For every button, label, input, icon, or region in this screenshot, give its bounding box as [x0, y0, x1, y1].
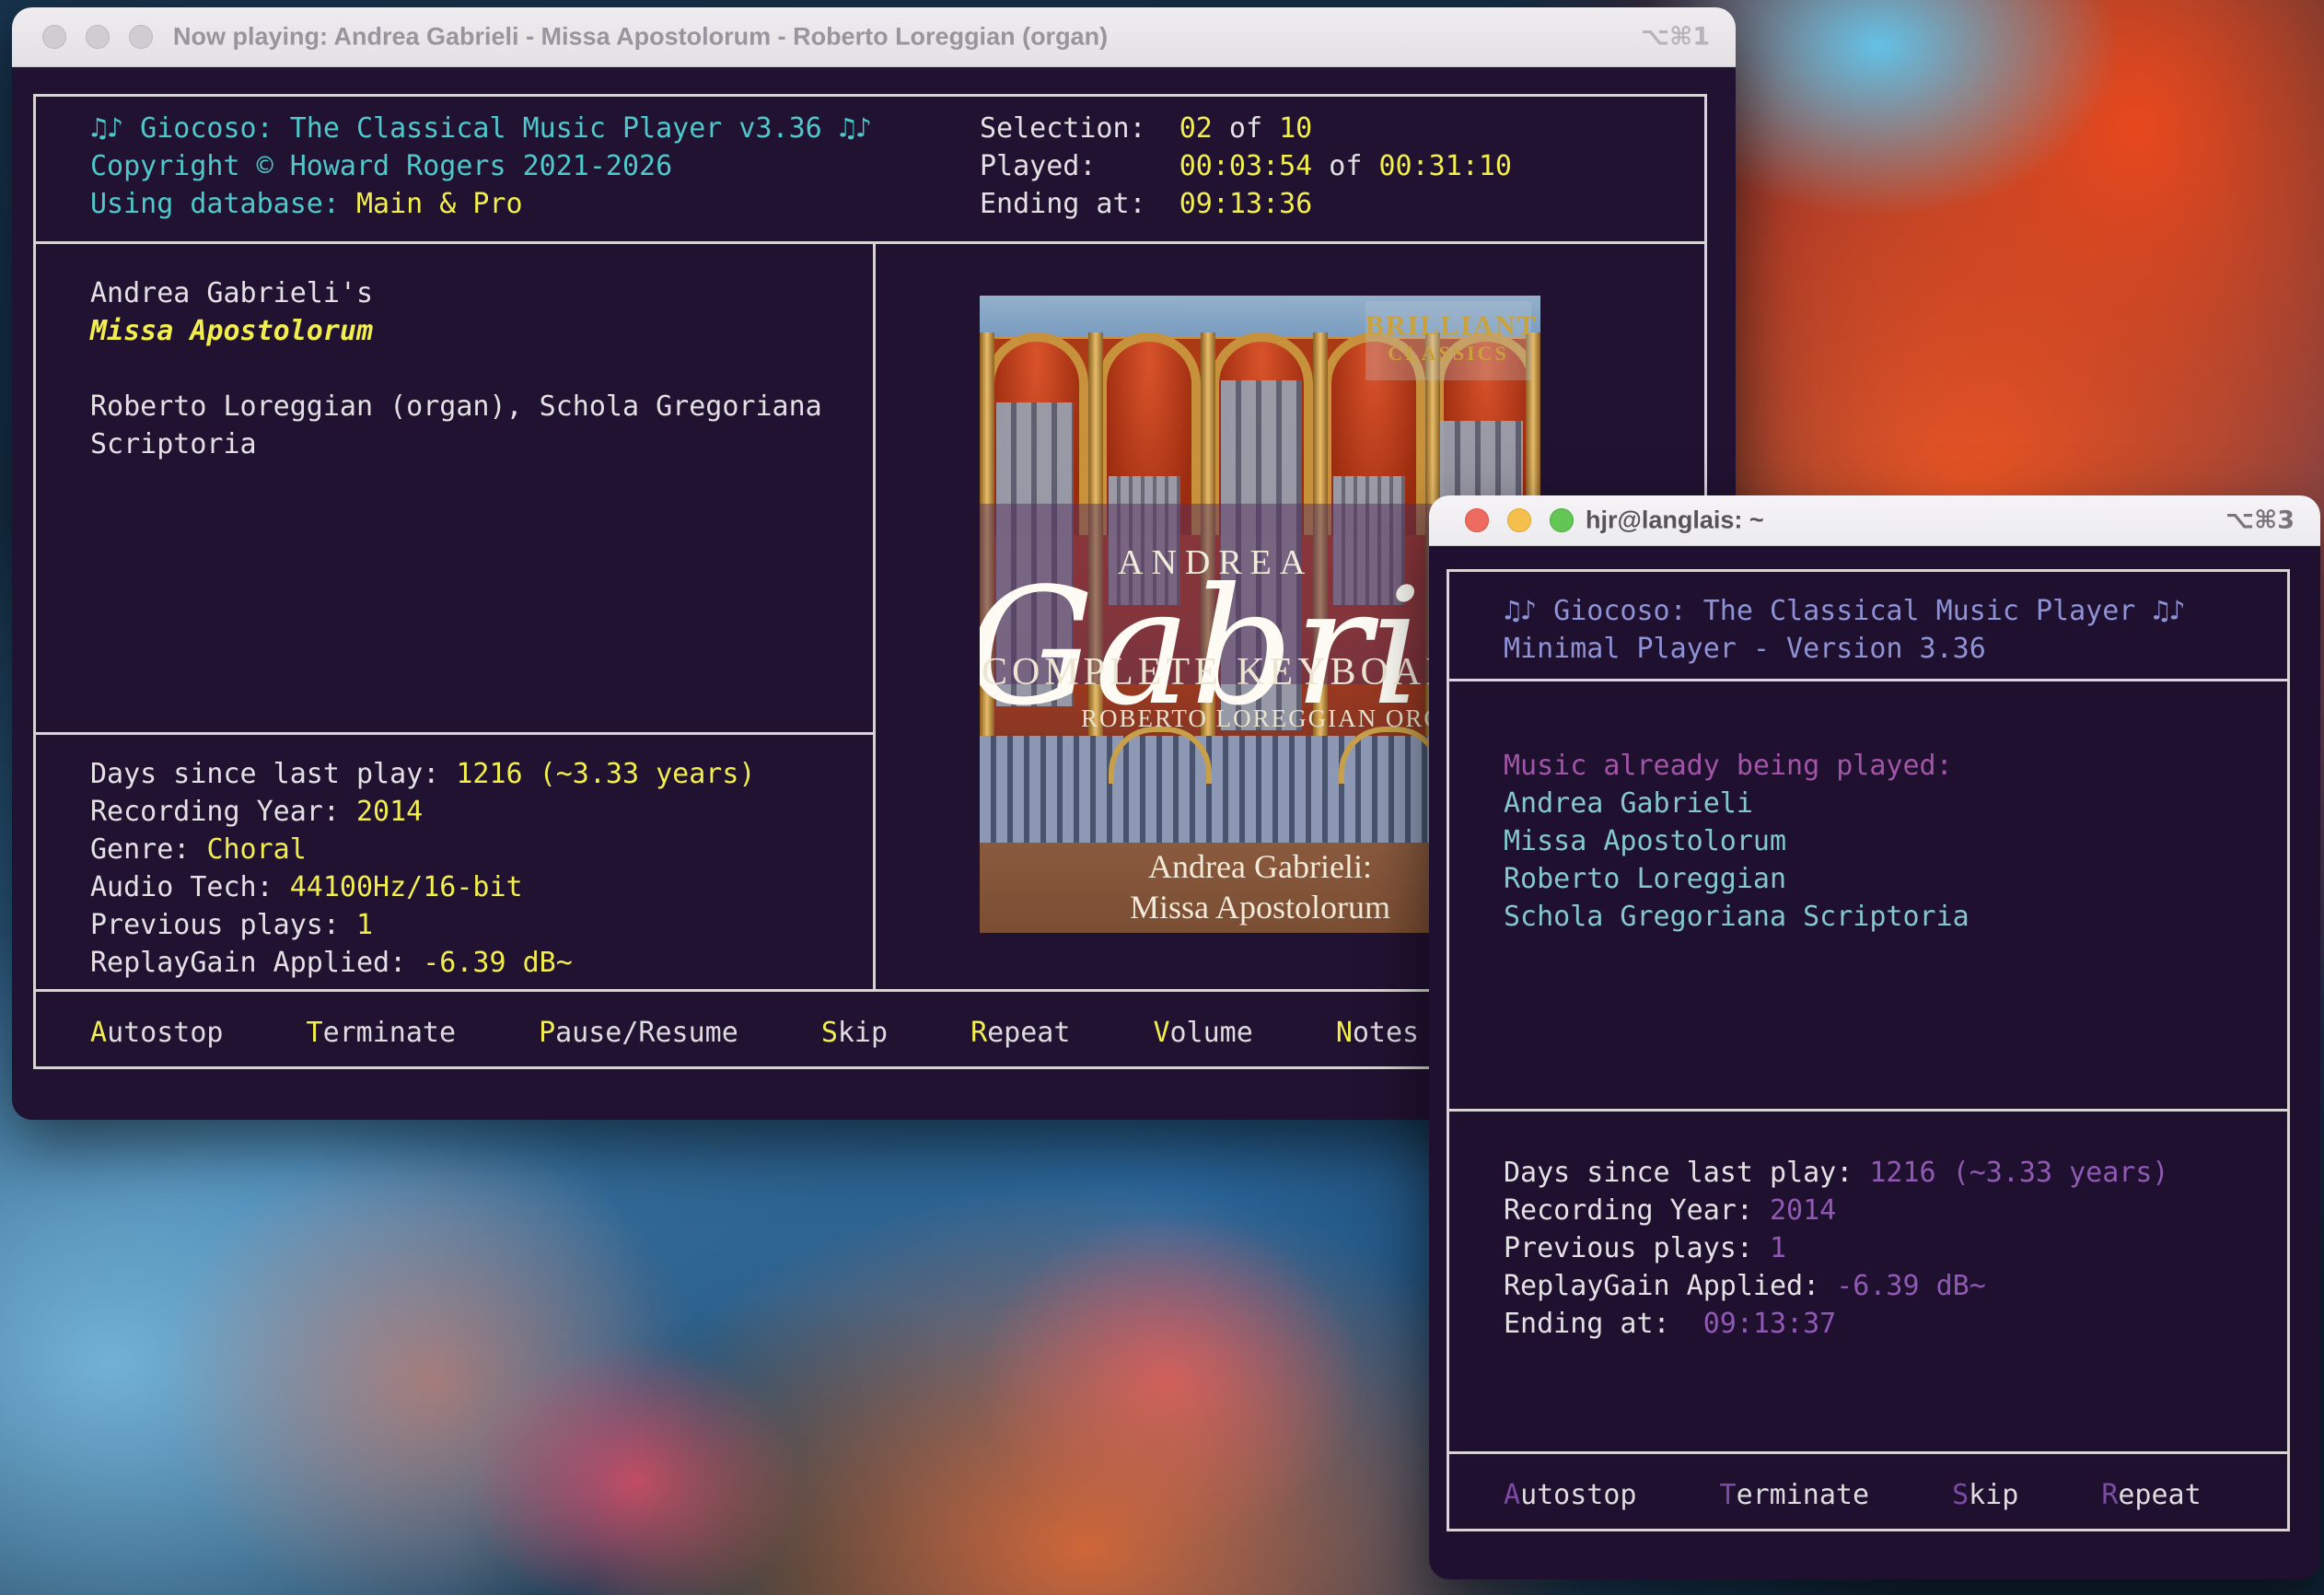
- badge-text: BRILLIANT: [1365, 310, 1531, 342]
- text-line: Andrea Gabrieli's: [90, 274, 822, 312]
- desktop: { "colors": { "terminal_bg": "#211231", …: [0, 0, 2324, 1595]
- menu-item-terminate[interactable]: Terminate: [307, 1017, 457, 1049]
- window1-shortcut-badge: ⌥⌘1: [1641, 23, 1710, 52]
- giocoso-minimal-ui: ♫♪ Giocoso: The Classical Music Player ♫…: [1447, 569, 2290, 1531]
- text-line: Ending at: 09:13:37: [1504, 1305, 2168, 1343]
- menu-item-repeat[interactable]: Repeat: [2101, 1479, 2201, 1511]
- app-header: ♫♪ Giocoso: The Classical Music Player v…: [90, 110, 872, 223]
- text-line: ♫♪ Giocoso: The Classical Music Player v…: [90, 110, 872, 147]
- menu-item-skip[interactable]: Skip: [821, 1017, 888, 1049]
- text-line: Genre: Choral: [90, 831, 755, 868]
- text-line: Music already being played:: [1504, 747, 1970, 785]
- text-line: ♫♪ Giocoso: The Classical Music Player ♫…: [1504, 592, 2186, 630]
- brilliant-classics-badge: BRILLIANT CLASSICS: [1365, 301, 1531, 380]
- divider: [36, 732, 873, 735]
- window-minimal-player: hjr@langlais: ~ ⌥⌘3 ♫♪ Giocoso: The Clas…: [1429, 495, 2320, 1579]
- minimize-button[interactable]: [86, 25, 110, 49]
- divider: [1449, 1451, 2287, 1454]
- menu-item-autostop[interactable]: Autostop: [1504, 1479, 1637, 1511]
- text-line: Recording Year: 2014: [1504, 1192, 2168, 1229]
- close-button[interactable]: [42, 25, 66, 49]
- text-line: ReplayGain Applied: -6.39 dB~: [90, 944, 755, 982]
- text-line: Previous plays: 1: [1504, 1229, 2168, 1267]
- menu-item-notes[interactable]: Notes: [1336, 1017, 1419, 1049]
- menu-item-volume[interactable]: Volume: [1153, 1017, 1252, 1049]
- divider: [873, 241, 876, 992]
- divider: [36, 241, 1704, 244]
- minimize-button[interactable]: [1507, 508, 1531, 532]
- menu-item-terminate[interactable]: Terminate: [1720, 1479, 1870, 1511]
- work-info: Andrea Gabrieli'sMissa Apostolorum Robert…: [90, 274, 822, 463]
- app-header: ♫♪ Giocoso: The Classical Music Player ♫…: [1504, 592, 2186, 668]
- text-line: Ending at: 09:13:36: [980, 185, 1512, 223]
- text-line: Schola Gregoriana Scriptoria: [1504, 898, 1970, 936]
- divider: [1449, 679, 2287, 681]
- text-line: Andrea Gabrieli: [1504, 785, 1970, 822]
- text-line: Using database: Main & Pro: [90, 185, 872, 223]
- text-line: Missa Apostolorum: [1504, 822, 1970, 860]
- text-line: Played: 00:03:54 of 00:31:10: [980, 147, 1512, 185]
- zoom-button[interactable]: [1550, 508, 1574, 532]
- track-stats: Days since last play: 1216 (~3.33 years)…: [1504, 1154, 2168, 1343]
- window2-menubar: Autostop Terminate Skip Repeat: [1449, 1461, 2287, 1529]
- text-line: Copyright © Howard Rogers 2021-2026: [90, 147, 872, 185]
- text-line: Recording Year: 2014: [90, 793, 755, 831]
- text-line: Minimal Player - Version 3.36: [1504, 630, 2186, 668]
- text-line: Days since last play: 1216 (~3.33 years): [90, 755, 755, 793]
- now-playing-list: Music already being played:Andrea Gabrie…: [1504, 747, 1970, 936]
- window2-shortcut-badge: ⌥⌘3: [2225, 506, 2295, 535]
- text-line: Roberto Loreggian: [1504, 860, 1970, 898]
- window1-titlebar[interactable]: Now playing: Andrea Gabrieli - Missa Apo…: [12, 7, 1736, 67]
- menu-item-repeat[interactable]: Repeat: [970, 1017, 1070, 1049]
- playback-status: Selection: 02 of 10Played: 00:03:54 of 0…: [980, 110, 1512, 223]
- text-line: ReplayGain Applied: -6.39 dB~: [1504, 1267, 2168, 1305]
- text-line: Selection: 02 of 10: [980, 110, 1512, 147]
- divider: [1449, 1109, 2287, 1112]
- text-line: Roberto Loreggian (organ), Schola Gregor…: [90, 388, 822, 425]
- text-line: Audio Tech: 44100Hz/16-bit: [90, 868, 755, 906]
- window1-title: Now playing: Andrea Gabrieli - Missa Apo…: [173, 23, 1108, 52]
- menu-item-pause-resume[interactable]: Pause/Resume: [539, 1017, 738, 1049]
- menu-item-autostop[interactable]: Autostop: [90, 1017, 224, 1049]
- text-line: [90, 350, 822, 388]
- close-button[interactable]: [1465, 508, 1489, 532]
- window2-title: hjr@langlais: ~: [1586, 506, 1764, 535]
- window2-titlebar[interactable]: hjr@langlais: ~ ⌥⌘3: [1429, 495, 2320, 546]
- track-metadata: Days since last play: 1216 (~3.33 years)…: [90, 755, 755, 982]
- menu-item-skip[interactable]: Skip: [1952, 1479, 2018, 1511]
- text-line: Scriptoria: [90, 425, 822, 463]
- text-line: Missa Apostolorum: [90, 312, 822, 350]
- zoom-button[interactable]: [129, 25, 153, 49]
- text-line: Previous plays: 1: [90, 906, 755, 944]
- text-line: Days since last play: 1216 (~3.33 years): [1504, 1154, 2168, 1192]
- badge-text: CLASSICS: [1365, 342, 1531, 366]
